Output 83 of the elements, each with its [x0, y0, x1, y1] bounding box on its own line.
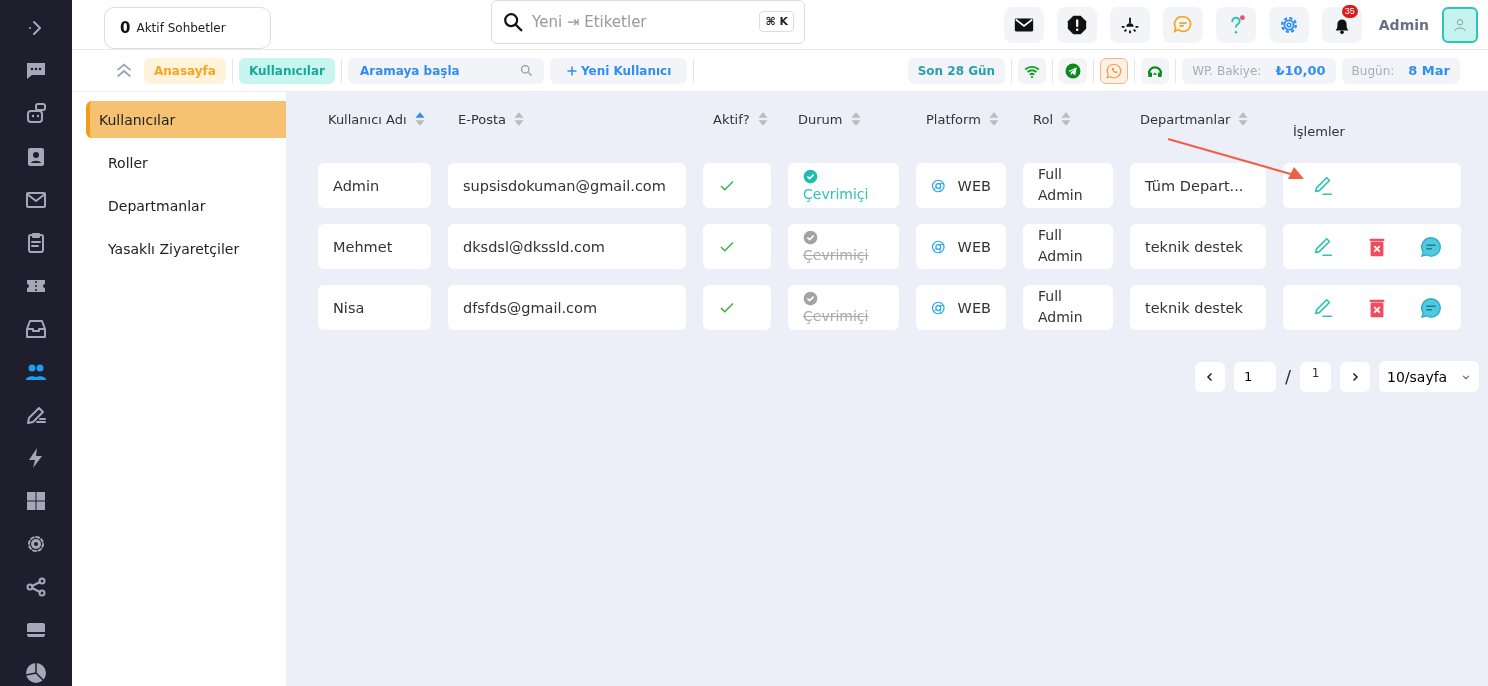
- telegram-icon: [1064, 61, 1083, 80]
- user-search-box[interactable]: Aramaya başla: [347, 57, 544, 84]
- column-header: İşlemler: [1293, 123, 1345, 139]
- sidebar-item[interactable]: Kullanıcılar: [86, 101, 286, 138]
- active-chats-count: 0: [120, 18, 131, 37]
- sort-icon: [514, 111, 525, 127]
- username-cell: Mehmet: [318, 224, 431, 269]
- robot-icon: [24, 102, 48, 126]
- balance-value: ₺10,00: [1275, 63, 1326, 78]
- page-separator: /: [1284, 366, 1291, 387]
- role-cell: Full Admin: [1023, 163, 1113, 208]
- status-label: Çevrimiçi: [803, 186, 869, 202]
- today-value: 8 Mar: [1408, 63, 1450, 78]
- department-cell: teknik destek: [1130, 224, 1266, 269]
- total-pages: 1: [1300, 361, 1331, 392]
- active-chats-label: Aktif Sohbetler: [136, 20, 226, 35]
- chat-bubble-icon: [1420, 296, 1442, 319]
- column-header: Rol: [1033, 111, 1053, 127]
- status-label: Çevrimiçi: [803, 247, 869, 263]
- status-label: Çevrimiçi: [803, 308, 869, 324]
- pencil-icon: [1312, 235, 1334, 258]
- pencil-icon: [1312, 296, 1334, 319]
- alert-icon: [1065, 13, 1088, 36]
- search-icon: [502, 10, 524, 33]
- nav-inbox-tray-button[interactable]: [23, 317, 49, 341]
- search-icon: [518, 63, 534, 78]
- today-label: Bugün:: [1351, 63, 1395, 78]
- sidebar-item[interactable]: Departmanlar: [86, 187, 286, 224]
- column-header: Aktif?: [713, 111, 750, 127]
- sort-icon: [414, 111, 425, 127]
- plus-icon: [565, 64, 578, 77]
- sort-icon: [1061, 111, 1071, 127]
- chat-bubble-icon: [1420, 235, 1442, 258]
- inbox-tray-icon: [24, 317, 48, 341]
- chat-button[interactable]: [1419, 234, 1443, 259]
- whatsapp-icon: [1105, 61, 1124, 80]
- role-cell: Full Admin: [1023, 285, 1113, 330]
- mail-button[interactable]: [1003, 6, 1044, 43]
- theme-button[interactable]: [1109, 6, 1150, 43]
- column-header: Kullanıcı Adı: [328, 111, 407, 127]
- chat-button[interactable]: [1419, 295, 1443, 320]
- user-icon: [1452, 16, 1468, 33]
- previous-page-button[interactable]: [1194, 361, 1225, 392]
- column-header: E-Posta: [458, 111, 507, 127]
- sort-icon: [988, 111, 999, 127]
- settings-button[interactable]: [1268, 6, 1309, 43]
- page-input[interactable]: 1: [1233, 361, 1276, 392]
- next-page-button[interactable]: [1340, 361, 1370, 392]
- department-cell: Tüm Depart...: [1130, 163, 1266, 208]
- grid-icon: [24, 489, 48, 513]
- column-header: Durum: [798, 111, 843, 127]
- notification-count: 35: [1341, 4, 1358, 18]
- channel-button[interactable]: [1018, 57, 1047, 84]
- role-cell: Full Admin: [1023, 224, 1113, 269]
- email-cell: dksdsl@dkssld.com: [448, 224, 686, 269]
- channel-button[interactable]: [1141, 57, 1170, 84]
- balance-label: WP. Bakiye:: [1192, 63, 1262, 78]
- pencil-icon: [1312, 174, 1334, 197]
- share-icon: [24, 575, 48, 599]
- shortcut-key: ⌘ K: [759, 11, 794, 32]
- email-cell: dfsfds@gmail.com: [448, 285, 686, 330]
- alert-button[interactable]: [1056, 6, 1097, 43]
- user-search-field[interactable]: Aramaya başla: [357, 62, 519, 79]
- platform-label: WEB: [957, 299, 991, 316]
- sort-icon: [757, 111, 768, 127]
- username-cell: Nisa: [318, 285, 431, 330]
- channel-button[interactable]: [1059, 57, 1088, 84]
- page-size-dropdown[interactable]: 10/sayfa: [1379, 361, 1479, 392]
- user-name: Admin: [1378, 16, 1429, 33]
- column-header: Platform: [926, 111, 981, 127]
- platform-label: WEB: [957, 177, 991, 194]
- sort-icon: [1238, 111, 1249, 127]
- username-cell: Admin: [318, 163, 431, 208]
- department-cell: teknik destek: [1130, 285, 1266, 330]
- global-search-box[interactable]: Yeni ⇥ Etiketler ⌘ K: [491, 0, 805, 44]
- sort-icon: [850, 111, 861, 127]
- sidebar-item[interactable]: Yasaklı Ziyaretçiler: [86, 230, 286, 267]
- platform-label: WEB: [957, 238, 991, 255]
- column-header: Departmanlar: [1140, 111, 1231, 127]
- notifications-button[interactable]: 35: [1321, 6, 1362, 43]
- sidebar-item[interactable]: Roller: [86, 144, 286, 181]
- nav-pie-chart-button[interactable]: [23, 661, 49, 685]
- email-cell: supsisdokuman@gmail.com: [448, 163, 686, 208]
